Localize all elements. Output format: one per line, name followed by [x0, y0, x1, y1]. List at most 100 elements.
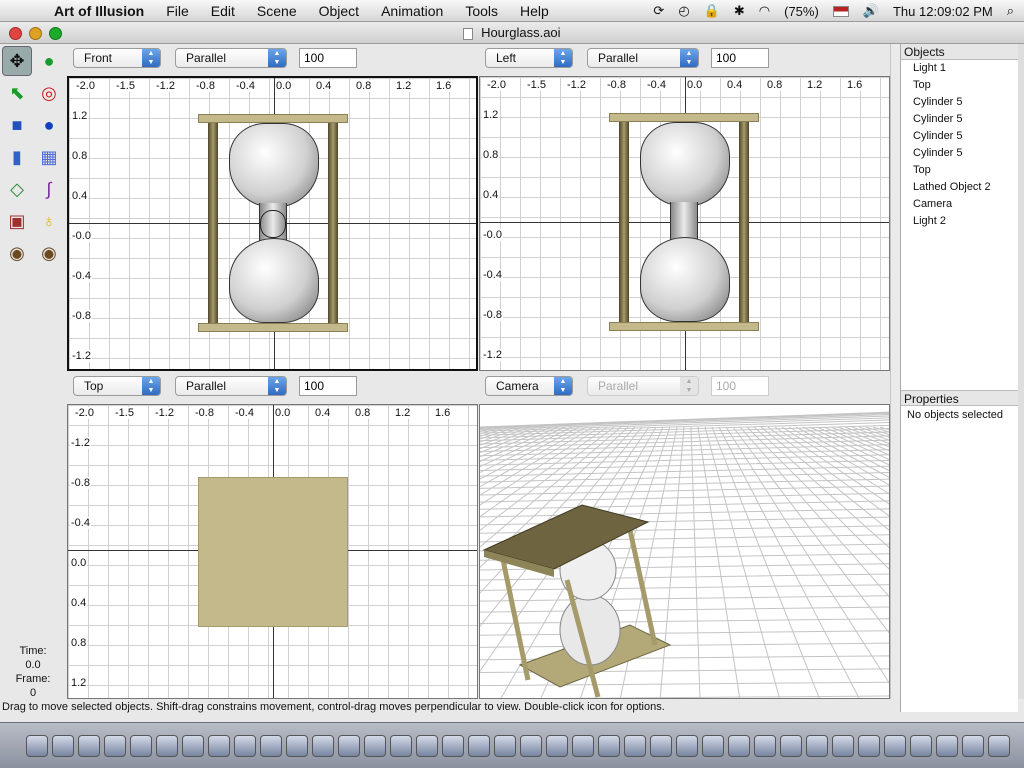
volume-icon[interactable]: 🔊: [863, 3, 879, 19]
menu-object[interactable]: Object: [319, 3, 359, 19]
dock-app-icon[interactable]: [962, 734, 984, 757]
sphere-tool-icon[interactable]: ●: [34, 110, 64, 140]
scale-tool-icon[interactable]: ⬉: [2, 78, 32, 108]
dock-app-icon[interactable]: [390, 734, 412, 757]
list-item[interactable]: Cylinder 5: [901, 94, 1018, 111]
dock-app-icon[interactable]: [832, 734, 854, 757]
dock-app-icon[interactable]: [728, 734, 750, 757]
dock-app-icon[interactable]: [468, 734, 490, 757]
list-item[interactable]: Top: [901, 77, 1018, 94]
left-view-select[interactable]: Left ▲ ▼: [485, 48, 573, 68]
list-item[interactable]: Light 2: [901, 213, 1018, 230]
hourglass-bottom-plate[interactable]: [609, 322, 759, 331]
glass-upper-bulb[interactable]: [640, 122, 730, 207]
wifi-icon[interactable]: ◠: [759, 3, 770, 19]
zoom-button[interactable]: [49, 27, 62, 40]
glass-lower-bulb[interactable]: [640, 237, 730, 322]
dock-app-icon[interactable]: [676, 734, 698, 757]
dock-app-icon[interactable]: [156, 734, 178, 757]
menu-app-name[interactable]: Art of Illusion: [54, 3, 144, 19]
dock-app-icon[interactable]: [312, 734, 334, 757]
dock-app-icon[interactable]: [286, 734, 308, 757]
close-button[interactable]: [9, 27, 22, 40]
dock-app-icon[interactable]: [338, 734, 360, 757]
hourglass-top-plate[interactable]: [198, 477, 348, 627]
move-view-icon[interactable]: ◉: [2, 238, 32, 268]
list-item[interactable]: Lathed Object 2: [901, 179, 1018, 196]
dock-app-icon[interactable]: [364, 734, 386, 757]
transform-tool-icon[interactable]: ◎: [34, 78, 64, 108]
dock-app-icon[interactable]: [234, 734, 256, 757]
lock-icon[interactable]: 🔒: [704, 3, 720, 19]
cylinder-tool-icon[interactable]: ▮: [2, 142, 32, 172]
battery-indicator[interactable]: (75%): [784, 4, 819, 19]
glass-lower-bulb[interactable]: [229, 238, 319, 323]
hourglass-top-plate[interactable]: [198, 114, 348, 123]
dock-app-icon[interactable]: [494, 734, 516, 757]
dock-app-icon[interactable]: [416, 734, 438, 757]
dock-app-icon[interactable]: [936, 734, 958, 757]
cube-tool-icon[interactable]: ■: [2, 110, 32, 140]
polymesh-tool-icon[interactable]: ▦: [34, 142, 64, 172]
menu-help[interactable]: Help: [520, 3, 549, 19]
dock-app-icon[interactable]: [26, 734, 48, 757]
time-machine-icon[interactable]: ◴: [678, 3, 689, 19]
dock-app-icon[interactable]: [650, 734, 672, 757]
list-item[interactable]: Top: [901, 162, 1018, 179]
hourglass-bottom-plate[interactable]: [198, 323, 348, 332]
menu-animation[interactable]: Animation: [381, 3, 443, 19]
front-view-select[interactable]: Front ▲ ▼: [73, 48, 161, 68]
front-projection-select[interactable]: Parallel ▲ ▼: [175, 48, 287, 68]
dock-app-icon[interactable]: [806, 734, 828, 757]
flag-icon[interactable]: [832, 5, 849, 17]
hourglass-post-left[interactable]: [208, 123, 218, 323]
list-item[interactable]: Camera: [901, 196, 1018, 213]
dock-app-icon[interactable]: [988, 734, 1010, 757]
dock-app-icon[interactable]: [52, 734, 74, 757]
dock-app-icon[interactable]: [520, 734, 542, 757]
menu-file[interactable]: File: [166, 3, 189, 19]
rotate-view-icon[interactable]: ◉: [34, 238, 64, 268]
dock-app-icon[interactable]: [572, 734, 594, 757]
glass-neck[interactable]: [670, 202, 698, 242]
top-view-select[interactable]: Top ▲ ▼: [73, 376, 161, 396]
dock-app-icon[interactable]: [260, 734, 282, 757]
left-viewport[interactable]: -2.0 -1.5 -1.2 -0.8 -0.4 0.0 0.4 0.8 1.2 1.6 1.2 0.…: [479, 76, 890, 371]
dock-app-icon[interactable]: [598, 734, 620, 757]
move-tool-icon[interactable]: ✥: [2, 46, 32, 76]
menu-tools[interactable]: Tools: [465, 3, 498, 19]
dock-app-icon[interactable]: [104, 734, 126, 757]
top-projection-select[interactable]: Parallel ▲ ▼: [175, 376, 287, 396]
dock-app-icon[interactable]: [910, 734, 932, 757]
light-marker[interactable]: [260, 210, 286, 238]
sync-icon[interactable]: ⟳: [653, 3, 664, 19]
dock-app-icon[interactable]: [780, 734, 802, 757]
dock-app-icon[interactable]: [442, 734, 464, 757]
dock-app-icon[interactable]: [182, 734, 204, 757]
dock-app-icon[interactable]: [702, 734, 724, 757]
front-scale-input[interactable]: [299, 48, 357, 68]
dock-app-icon[interactable]: [624, 734, 646, 757]
list-item[interactable]: Light 1: [901, 60, 1018, 77]
clock[interactable]: Thu 12:09:02 PM: [893, 4, 993, 19]
hourglass-post-left[interactable]: [619, 122, 629, 322]
list-item[interactable]: Cylinder 5: [901, 111, 1018, 128]
dock-app-icon[interactable]: [546, 734, 568, 757]
menu-edit[interactable]: Edit: [211, 3, 235, 19]
hourglass-post-right[interactable]: [328, 123, 338, 323]
bluetooth-icon[interactable]: ✱: [734, 3, 745, 19]
left-scale-input[interactable]: [711, 48, 769, 68]
top-viewport[interactable]: -2.0 -1.5 -1.2 -0.8 -0.4 0.0 0.4 0.8 1.2 1.6 -1.2 -…: [67, 404, 478, 699]
menu-scene[interactable]: Scene: [257, 3, 297, 19]
curve-tool-icon[interactable]: ∫: [34, 174, 64, 204]
dock-app-icon[interactable]: [78, 734, 100, 757]
spline-mesh-tool-icon[interactable]: ◇: [2, 174, 32, 204]
camera-tool-icon[interactable]: ▣: [2, 206, 32, 236]
hourglass-post-right[interactable]: [739, 122, 749, 322]
front-viewport[interactable]: -2.0 -1.5 -1.2 -0.8 -0.4 0.0 0.4 0.8 1.2 1.6 1.2 0.…: [67, 76, 478, 371]
list-item[interactable]: Cylinder 5: [901, 128, 1018, 145]
camera-viewport[interactable]: [479, 404, 890, 699]
dock-app-icon[interactable]: [208, 734, 230, 757]
dock-app-icon[interactable]: [858, 734, 880, 757]
hourglass-top-plate[interactable]: [609, 113, 759, 122]
